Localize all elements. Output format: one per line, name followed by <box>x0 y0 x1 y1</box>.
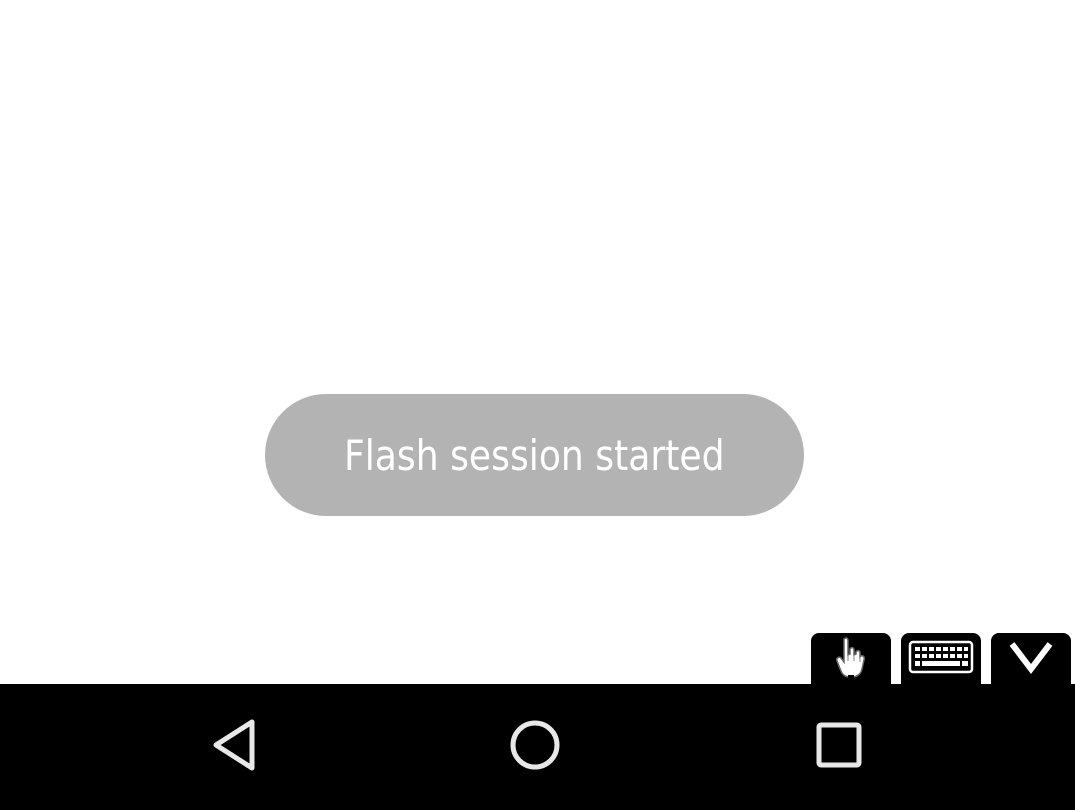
square-recents-icon <box>815 721 863 774</box>
tool-tab-strip <box>811 633 1075 685</box>
toast-message: Flash session started <box>344 430 725 480</box>
home-button[interactable] <box>490 702 580 792</box>
system-navigation-bar <box>0 684 1075 810</box>
back-button[interactable] <box>190 702 280 792</box>
touch-mode-button[interactable] <box>811 633 891 685</box>
keyboard-icon <box>908 640 974 679</box>
collapse-toolbar-button[interactable] <box>991 633 1071 685</box>
triangle-back-icon <box>210 718 260 777</box>
recents-button[interactable] <box>794 702 884 792</box>
pointing-hand-icon <box>833 635 869 684</box>
toast-notification: Flash session started <box>265 394 804 516</box>
circle-home-icon <box>508 718 562 777</box>
chevron-down-icon <box>1007 640 1055 679</box>
app-screen: Flash session started <box>0 0 1075 684</box>
keyboard-button[interactable] <box>901 633 981 685</box>
